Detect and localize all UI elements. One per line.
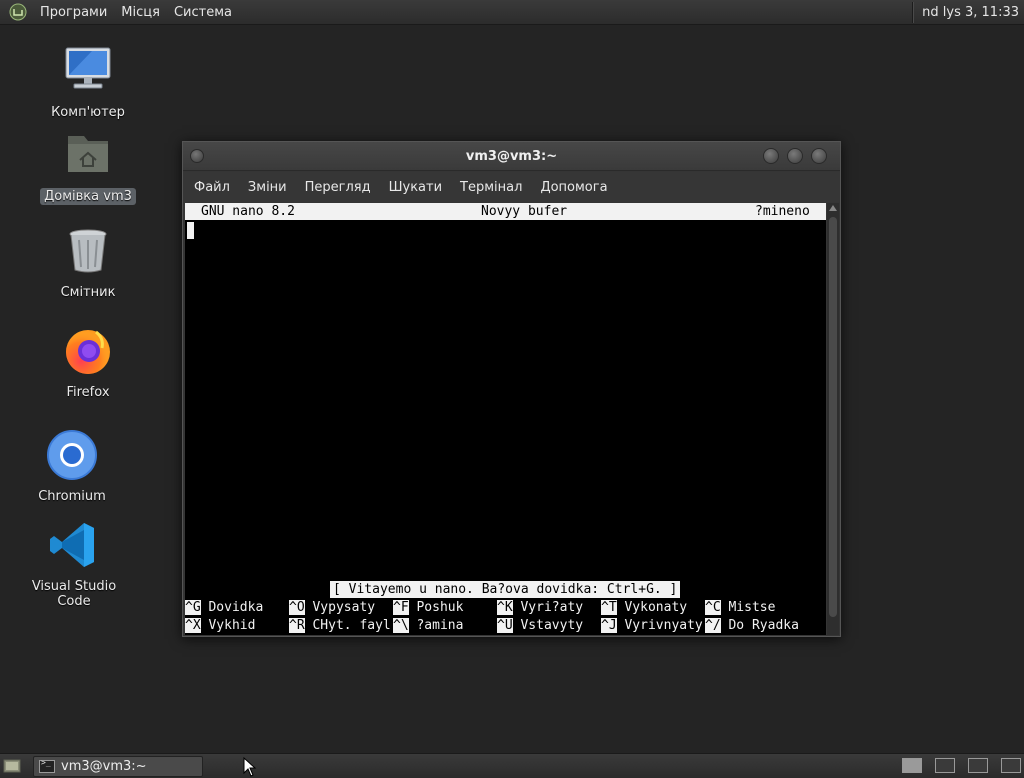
maximize-button[interactable] — [787, 148, 803, 164]
desktop-icon-label: Смітник — [60, 285, 116, 300]
computer-icon — [65, 47, 111, 89]
window-titlebar[interactable]: vm3@vm3:~ — [183, 142, 840, 171]
shortcut-row-2: ^X Vykhid ^R CHyt. fayl ^\ ?amina ^U Vst… — [185, 617, 826, 635]
desktop-icon-label: Firefox — [66, 385, 110, 400]
menu-view[interactable]: Перегляд — [297, 180, 379, 195]
firefox-icon — [66, 330, 110, 374]
terminal-icon — [39, 758, 55, 773]
menu-terminal[interactable]: Термінал — [452, 180, 530, 195]
taskbar-task-label: vm3@vm3:~ — [61, 759, 147, 774]
shortcut-cut[interactable]: ^K Vyri?aty — [497, 599, 583, 617]
taskbar-terminal-button[interactable]: vm3@vm3:~ — [33, 756, 203, 777]
shortcut-read-file[interactable]: ^R CHyt. fayl — [289, 617, 391, 635]
window-title: vm3@vm3:~ — [465, 149, 558, 164]
menu-search[interactable]: Шукати — [381, 180, 450, 195]
menu-help[interactable]: Допомога — [532, 180, 615, 195]
scroll-up-arrow-icon[interactable] — [829, 205, 837, 211]
trash-icon — [69, 229, 107, 273]
desktop-icon-home[interactable]: Домівка vm3 — [28, 128, 148, 205]
shortcut-go-to-line[interactable]: ^/ Do Ryadka — [705, 617, 799, 635]
terminal-window[interactable]: vm3@vm3:~ Файл Зміни Перегляд Шукати Тер… — [182, 141, 841, 637]
desktop-icon-vscode[interactable]: Visual Studio Code — [14, 518, 134, 610]
shortcut-where-is[interactable]: ^F Poshuk — [393, 599, 463, 617]
text-cursor — [187, 222, 194, 239]
shortcut-execute[interactable]: ^T Vykonaty — [601, 599, 687, 617]
menu-programs[interactable]: Програми — [33, 5, 114, 20]
mouse-pointer-icon — [243, 757, 257, 777]
shortcut-paste[interactable]: ^U Vstavyty — [497, 617, 583, 635]
desktop-icon-label: Домівка vm3 — [40, 188, 136, 205]
shortcut-row-1: ^G Dovidka ^O Vypysaty ^F Poshuk ^K Vyri… — [185, 599, 826, 617]
terminal-scrollbar[interactable] — [827, 203, 839, 635]
shortcut-location[interactable]: ^C Mistse — [705, 599, 775, 617]
shortcut-exit[interactable]: ^X Vykhid — [185, 617, 255, 635]
workspace-2[interactable] — [935, 758, 955, 773]
workspace-1[interactable] — [902, 758, 922, 773]
workspace-3[interactable] — [968, 758, 988, 773]
nano-header: GNU nano 8.2 Novyy bufer ?mineno — [185, 203, 826, 220]
nano-buffer-name: Novyy bufer — [481, 204, 568, 219]
nano-version: GNU nano 8.2 — [201, 204, 295, 219]
top-panel: Програми Місця Система nd lys 3, 11:33 — [0, 0, 1024, 25]
menu-edit[interactable]: Зміни — [240, 180, 295, 195]
menu-system[interactable]: Система — [167, 5, 239, 20]
clock[interactable]: nd lys 3, 11:33 — [922, 5, 1024, 20]
minimize-button[interactable] — [763, 148, 779, 164]
panel-separator — [912, 2, 915, 23]
desktop-icon-label: Visual Studio Code — [31, 579, 117, 609]
desktop-icon-label: Chromium — [38, 489, 106, 504]
menu-places[interactable]: Місця — [114, 5, 167, 20]
desktop-icon-chromium[interactable]: Chromium — [12, 428, 132, 505]
shortcut-replace[interactable]: ^\ ?amina — [393, 617, 463, 635]
nano-modified-flag: ?mineno — [755, 204, 810, 219]
home-folder-icon — [68, 136, 108, 172]
menu-file[interactable]: Файл — [186, 180, 238, 195]
desktop-icon-computer[interactable]: Комп'ютер — [28, 44, 148, 121]
desktop-icon-label: Комп'ютер — [51, 105, 125, 120]
show-desktop-icon[interactable] — [3, 758, 21, 774]
vscode-icon — [50, 523, 94, 567]
workspace-4[interactable] — [1001, 758, 1021, 773]
shortcut-help[interactable]: ^G Dovidka — [185, 599, 263, 617]
desktop-icon-trash[interactable]: Смітник — [28, 224, 148, 301]
close-button[interactable] — [811, 148, 827, 164]
bottom-panel: vm3@vm3:~ — [0, 753, 1024, 778]
nano-status-message: [ Vitayemo u nano. Ba?ova dovidka: Ctrl+… — [330, 581, 681, 598]
mint-menu-icon[interactable] — [9, 3, 27, 21]
chromium-icon — [47, 430, 97, 480]
terminal-menubar: Файл Зміни Перегляд Шукати Термінал Допо… — [183, 172, 840, 202]
desktop-icon-firefox[interactable]: Firefox — [28, 324, 148, 401]
scroll-thumb[interactable] — [829, 217, 837, 617]
terminal-area[interactable]: GNU nano 8.2 Novyy bufer ?mineno [ Vitay… — [185, 203, 826, 635]
shortcut-justify[interactable]: ^J Vyrivnyaty — [601, 617, 703, 635]
shortcut-write-out[interactable]: ^O Vypysaty — [289, 599, 375, 617]
